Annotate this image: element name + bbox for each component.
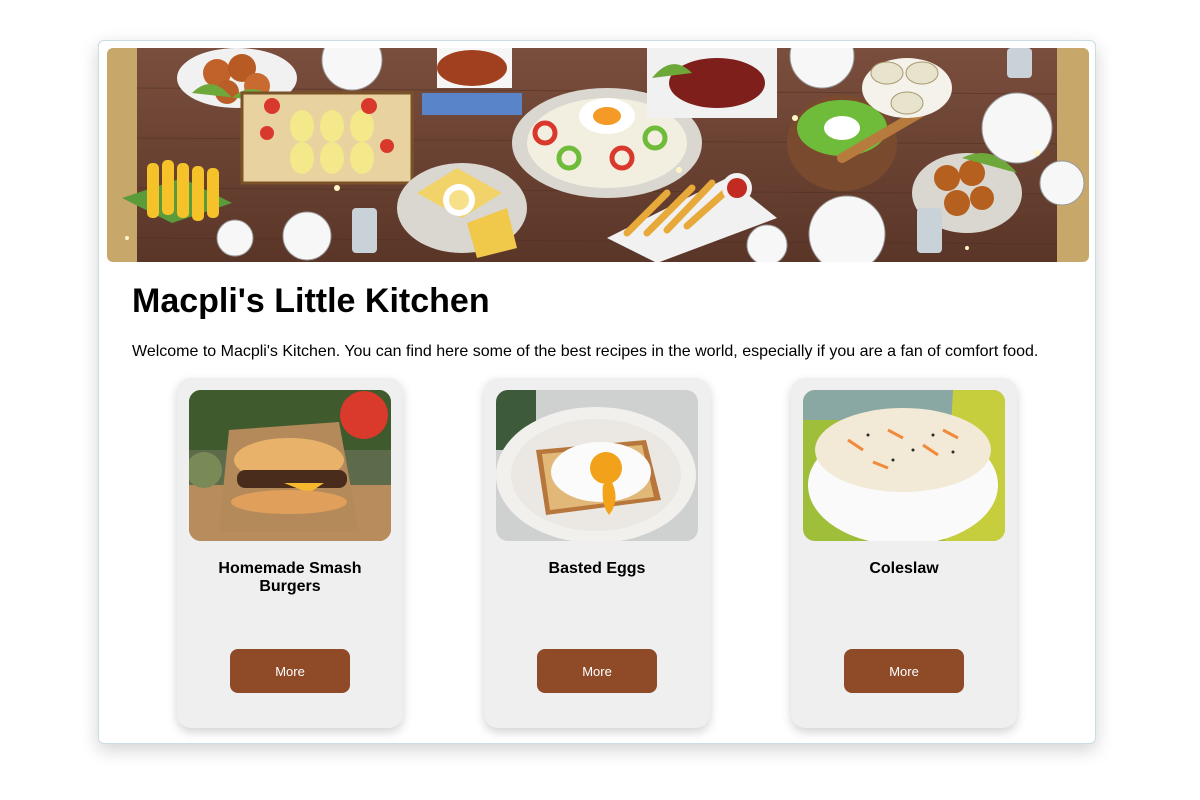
- more-button-coleslaw[interactable]: More: [844, 649, 964, 693]
- more-button-basted-eggs[interactable]: More: [537, 649, 657, 693]
- recipe-name: Coleslaw: [869, 560, 939, 577]
- recipe-image-coleslaw: [803, 390, 1005, 541]
- recipe-card: Basted Eggs More: [484, 378, 710, 728]
- hero-banner-image: [107, 48, 1089, 262]
- site-title: Macpli's Little Kitchen: [132, 282, 490, 320]
- recipe-image-smash-burger: [189, 390, 391, 541]
- recipe-image-basted-eggs: [496, 390, 698, 541]
- recipe-name: Homemade Smash Burgers: [218, 560, 362, 595]
- page-container: Macpli's Little Kitchen Welcome to Macpl…: [98, 40, 1096, 744]
- intro-text: Welcome to Macpli's Kitchen. You can fin…: [132, 343, 1039, 360]
- recipe-card: Homemade Smash Burgers More: [177, 378, 403, 728]
- recipe-name: Basted Eggs: [548, 560, 646, 577]
- more-button-smash-burgers[interactable]: More: [230, 649, 350, 693]
- recipe-card: Coleslaw More: [791, 378, 1017, 728]
